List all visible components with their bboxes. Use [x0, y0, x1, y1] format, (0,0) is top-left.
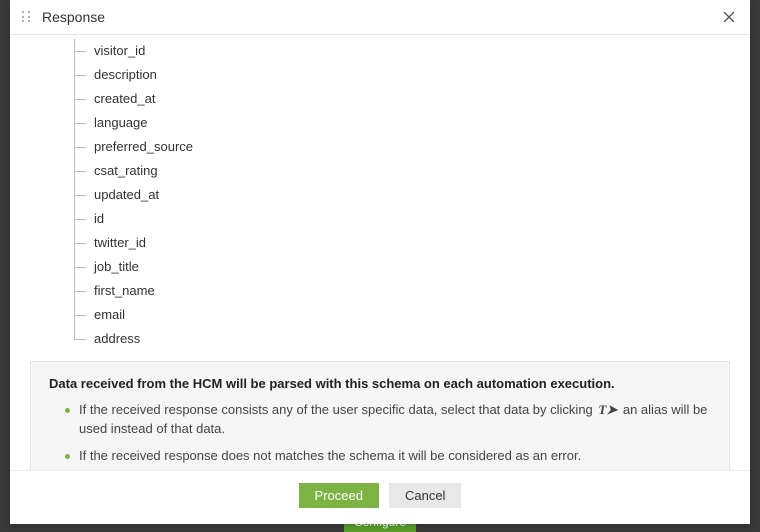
alias-icon: T➤	[598, 401, 617, 420]
schema-tree: visitor_id description created_at langua…	[74, 39, 730, 351]
tree-item[interactable]: created_at	[74, 87, 730, 111]
tree-item[interactable]: csat_rating	[74, 159, 730, 183]
proceed-button[interactable]: Proceed	[299, 483, 379, 508]
modal-footer: Proceed Cancel	[10, 470, 750, 524]
close-icon	[723, 11, 735, 23]
tree-item[interactable]: job_title	[74, 255, 730, 279]
info-list-item: If the received response does not matche…	[65, 447, 711, 466]
tree-item[interactable]: address	[74, 327, 730, 351]
drag-handle-icon[interactable]	[22, 11, 32, 23]
modal-body: visitor_id description created_at langua…	[10, 35, 750, 470]
cancel-button[interactable]: Cancel	[389, 483, 461, 508]
info-box: Data received from the HCM will be parse…	[30, 361, 730, 470]
tree-item[interactable]: email	[74, 303, 730, 327]
response-modal: Response visitor_id description created_…	[10, 0, 750, 524]
modal-title: Response	[42, 9, 720, 25]
info-list-item: If the received response consists any of…	[65, 401, 711, 439]
tree-item[interactable]: preferred_source	[74, 135, 730, 159]
tree-item[interactable]: id	[74, 207, 730, 231]
info-title: Data received from the HCM will be parse…	[49, 376, 711, 391]
info-list: If the received response consists any of…	[49, 401, 711, 466]
tree-item[interactable]: first_name	[74, 279, 730, 303]
tree-item[interactable]: language	[74, 111, 730, 135]
close-button[interactable]	[720, 8, 738, 26]
info-text: If the received response consists any of…	[79, 402, 596, 417]
tree-item[interactable]: updated_at	[74, 183, 730, 207]
modal-header: Response	[10, 0, 750, 35]
tree-item[interactable]: visitor_id	[74, 39, 730, 63]
tree-item[interactable]: twitter_id	[74, 231, 730, 255]
tree-item[interactable]: description	[74, 63, 730, 87]
